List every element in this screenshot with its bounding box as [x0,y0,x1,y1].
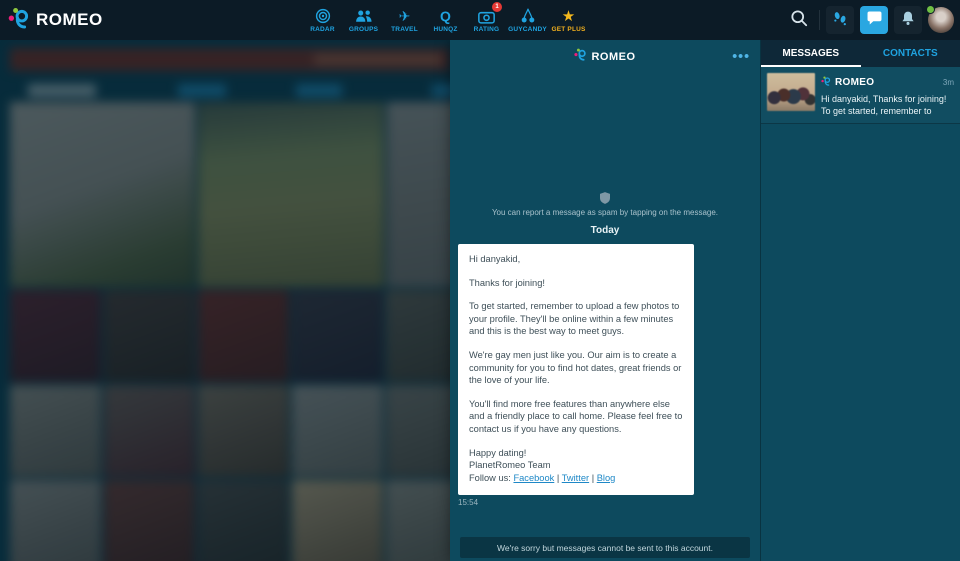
message-paragraph: PlanetRomeo Team [469,459,683,472]
search-icon [790,9,808,32]
romeo-logo-icon [821,73,832,91]
follow-us-line: Follow us: Facebook | Twitter | Blog [469,472,683,485]
chat-conversation-panel: ROMEO ••• You can report a message as sp… [450,40,760,561]
notifications-button[interactable] [894,6,922,34]
nav-label: GROUPS [349,26,378,33]
conversation-time: 3m [943,78,954,87]
plus-star-icon: ★ [562,8,575,25]
chat-header-logo: ROMEO [574,48,635,66]
chat-header: ROMEO ••• [450,40,760,74]
rating-notification-badge: 1 [492,2,502,12]
divider [819,10,820,30]
hunqz-q-icon: Q [440,8,451,25]
nav-item-groups[interactable]: GROUPS [343,0,384,40]
brand-name: ROMEO [36,10,103,30]
romeo-logo-icon [8,7,32,34]
more-options-icon[interactable]: ••• [732,48,750,64]
nav-label: GET PLUS [551,26,585,33]
chat-partner-name: ROMEO [591,51,635,63]
search-button[interactable] [785,6,813,34]
primary-nav: RADAR GROUPS ✈ TRAVEL Q HUNQZ RATING 1 [302,0,589,40]
blog-link[interactable]: Blog [597,473,616,483]
message-paragraph: You'll find more free features than anyw… [469,398,683,436]
facebook-link[interactable]: Facebook [513,473,554,483]
link-separator: | [592,473,594,483]
conversation-summary: ROMEO 3m Hi danyakid, Thanks for joining… [821,73,954,117]
twitter-link[interactable]: Twitter [562,473,589,483]
messages-button[interactable] [860,6,888,34]
footprints-button[interactable] [826,6,854,34]
chat-bubble-icon [866,9,883,31]
message-timestamp: 15:54 [458,498,752,507]
conversation-list-item[interactable]: ROMEO 3m Hi danyakid, Thanks for joining… [761,67,960,124]
groups-icon [355,8,373,25]
welcome-message-bubble[interactable]: Hi danyakid, Thanks for joining! To get … [458,244,694,495]
nav-label: GUYCANDY [508,26,547,33]
guycandy-cherries-icon [520,8,536,25]
bell-icon [900,10,916,31]
message-paragraph: Hi danyakid, [469,253,683,266]
radar-icon [315,8,331,25]
message-paragraph: Thanks for joining! [469,277,683,290]
spam-report-notice: You can report a message as spam by tapp… [450,192,760,217]
romeo-logo-icon [574,48,588,66]
spam-notice-text: You can report a message as spam by tapp… [492,208,718,217]
conversation-preview-text: Hi danyakid, Thanks for joining! To get … [821,93,954,117]
nav-item-radar[interactable]: RADAR [302,0,343,40]
message-paragraph: To get started, remember to upload a few… [469,300,683,338]
nav-label: TRAVEL [391,26,418,33]
date-separator: Today [450,225,760,236]
conversation-sender-name: ROMEO [835,77,940,88]
blocked-account-notice: We're sorry but messages cannot be sent … [460,537,750,558]
online-status-dot [926,5,935,14]
sidebar-tabs: MESSAGES CONTACTS [761,40,960,67]
shield-icon [600,192,610,204]
chat-message-area: You can report a message as spam by tapp… [450,74,760,507]
nav-label: RATING [474,26,500,33]
romeo-logo[interactable]: ROMEO [0,7,103,34]
profile-avatar[interactable] [928,7,954,33]
tab-contacts[interactable]: CONTACTS [861,40,960,67]
travel-plane-icon: ✈ [399,8,411,25]
nav-item-travel[interactable]: ✈ TRAVEL [384,0,425,40]
nav-item-rating[interactable]: RATING 1 [466,0,507,40]
nav-label: RADAR [310,26,334,33]
link-separator: | [557,473,559,483]
top-nav-bar: ROMEO RADAR GROUPS ✈ TRAVEL Q HUNQZ R [0,0,960,40]
conversation-thumbnail [767,73,815,111]
message-paragraph: We're gay men just like you. Our aim is … [469,349,683,387]
message-paragraph: Happy dating! [469,447,683,460]
nav-label: HUNQZ [433,26,457,33]
nav-item-guycandy[interactable]: GUYCANDY [507,0,548,40]
messages-sidebar: MESSAGES CONTACTS ROMEO 3m Hi danyakid, … [760,40,960,561]
nav-item-get-plus[interactable]: ★ GET PLUS [548,0,589,40]
tab-messages[interactable]: MESSAGES [761,40,861,67]
footprints-icon [832,10,848,31]
nav-item-hunqz[interactable]: Q HUNQZ [425,0,466,40]
follow-us-label: Follow us: [469,473,511,483]
nav-right-actions [785,6,960,34]
